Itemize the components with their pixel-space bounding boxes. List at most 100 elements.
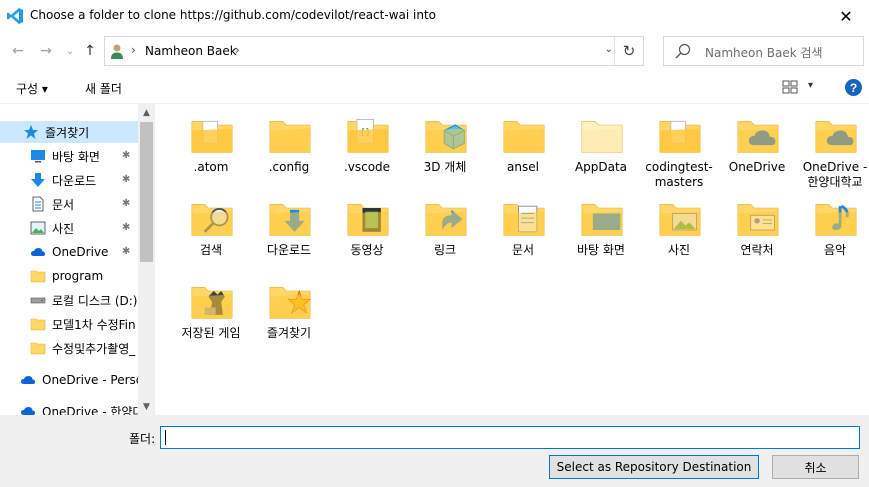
folder-label: .atom [193, 160, 229, 174]
sidebar-item-program[interactable]: program [0, 265, 138, 287]
folder-label: 저장된 게임 [181, 326, 241, 340]
sidebar-item-onedrive[interactable]: OneDrive ✱ [0, 241, 138, 263]
sidebar-item-label: OneDrive [52, 245, 109, 259]
cloud-icon [21, 407, 35, 415]
folder-tile[interactable]: 링크 [406, 187, 484, 265]
desktop-icon [31, 150, 45, 163]
folder-tile[interactable]: 다운로드 [250, 187, 328, 265]
pin-icon: ✱ [122, 174, 131, 185]
close-icon[interactable]: ✕ [823, 0, 869, 32]
view-dropdown-icon[interactable]: ▾ [808, 80, 813, 91]
dialog-title: Choose a folder to clone https://github.… [30, 8, 436, 22]
sidebar-item-documents[interactable]: 문서 ✱ [0, 193, 138, 215]
folder-tile[interactable]: .config [250, 104, 328, 182]
folder-tile[interactable]: {} .vscode [328, 104, 406, 182]
folder-label: 즐겨찾기 [266, 326, 312, 340]
dialog-footer: 폴더: Select as Repository Destination 취소 [0, 415, 869, 487]
drive-icon [30, 297, 46, 304]
folder-label: 음악 [823, 243, 847, 257]
sidebar-item-pictures[interactable]: 사진 ✱ [0, 217, 138, 239]
folder-label: .vscode [343, 160, 391, 174]
folder-tile[interactable]: 저장된 게임 [172, 270, 250, 348]
folder-label: 링크 [433, 243, 457, 257]
star-icon [24, 125, 38, 139]
address-bar[interactable]: › Namheon Baek › ⌄ ↻ [104, 36, 644, 66]
sidebar-item-model-folder[interactable]: 모델1차 수정Fin [0, 313, 138, 335]
folder-tile[interactable]: 문서 [484, 187, 562, 265]
scroll-down-icon[interactable]: ▼ [138, 398, 155, 415]
address-dropdown-icon[interactable]: ⌄ [605, 44, 613, 55]
folder-tile[interactable]: OneDrive - 한양대학교 [796, 104, 869, 189]
folder-label: 다운로드 [266, 243, 312, 257]
pin-icon: ✱ [122, 198, 131, 209]
onedrive-folder-icon [737, 121, 779, 153]
folder-label: ansel [507, 160, 539, 174]
sidebar-item-label: 로컬 디스크 (D:) [52, 293, 138, 308]
scroll-up-icon[interactable]: ▲ [138, 104, 155, 121]
sidebar-item-label: 문서 [52, 197, 75, 212]
folder-icon [30, 318, 46, 331]
onedrive-folder-icon [815, 121, 857, 153]
sidebar-item-onedrive-hanyang[interactable]: OneDrive - 한양대 [0, 400, 144, 415]
sidebar-item-onedrive-personal[interactable]: OneDrive - Personal [0, 369, 155, 391]
help-icon[interactable]: ? [845, 79, 862, 96]
folder-tile[interactable]: 바탕 화면 [562, 187, 640, 265]
new-folder-button[interactable]: 새 폴더 [85, 80, 122, 97]
change-view-button[interactable]: ▾ [782, 80, 818, 96]
folder-tile[interactable]: ansel [484, 104, 562, 182]
pin-icon: ✱ [122, 150, 131, 161]
folder-tile[interactable]: 검색 [172, 187, 250, 265]
scrollbar-thumb[interactable] [140, 122, 153, 262]
desktop-folder-icon [581, 204, 623, 236]
sidebar-item-downloads[interactable]: 다운로드 ✱ [0, 169, 138, 191]
sidebar-item-local-disk-d[interactable]: 로컬 디스크 (D:) [0, 289, 138, 311]
folder-icon [503, 121, 545, 153]
sidebar-scrollbar[interactable]: ▲ ▼ [138, 104, 155, 415]
cancel-button[interactable]: 취소 [772, 455, 859, 479]
folder-label: 3D 개체 [423, 160, 467, 174]
downloads-folder-icon [269, 204, 311, 236]
text-caret [165, 430, 166, 445]
up-arrow-icon[interactable]: ↑ [80, 41, 100, 61]
refresh-icon[interactable]: ↻ [614, 37, 643, 65]
folder-tile[interactable]: codingtest-masters [640, 104, 718, 189]
folder-label: codingtest-masters [645, 160, 713, 189]
organize-menu-button[interactable]: 구성 ▾ [16, 80, 48, 97]
folder-tile[interactable]: 사진 [640, 187, 718, 265]
forward-arrow-icon[interactable]: → [36, 41, 56, 61]
links-folder-icon [425, 204, 467, 236]
sidebar-item-desktop[interactable]: 바탕 화면 ✱ [0, 145, 138, 167]
folder-tile[interactable]: OneDrive [718, 104, 796, 182]
pictures-icon [30, 221, 46, 235]
folder-tile[interactable]: .atom [172, 104, 250, 182]
folder-tile[interactable]: 동영상 [328, 187, 406, 265]
folder-label: 바탕 화면 [577, 243, 625, 257]
cloud-icon [31, 248, 45, 256]
recent-locations-chevron-icon[interactable]: ⌄ [60, 41, 80, 61]
saved-games-folder-icon [191, 287, 233, 319]
folder-icon [30, 342, 46, 355]
folder-tile[interactable]: AppData [562, 104, 640, 182]
folder-doc-icon [191, 120, 233, 153]
search-box[interactable]: Namheon Baek 검색 [663, 36, 864, 66]
search-icon [675, 43, 691, 59]
breadcrumb-user[interactable]: Namheon Baek [145, 44, 237, 58]
sidebar-item-edit-folder[interactable]: 수정및추가촬영_ [0, 337, 138, 359]
select-destination-button[interactable]: Select as Repository Destination [549, 455, 759, 479]
folder-tile[interactable]: 음악 [796, 187, 869, 265]
folder-label: 폴더: [129, 432, 156, 446]
download-icon [31, 173, 45, 187]
folder-code-icon: {} [347, 119, 389, 153]
sidebar-item-label: OneDrive - 한양대 [42, 404, 144, 416]
folder-icon [30, 270, 46, 283]
back-arrow-icon[interactable]: ← [8, 41, 28, 61]
breadcrumb-separator[interactable]: › [235, 43, 240, 57]
folder-tile[interactable]: 3D 개체 [406, 104, 484, 182]
pin-icon: ✱ [122, 222, 131, 233]
sidebar-item-quick-access[interactable]: 즐겨찾기 [0, 121, 138, 143]
vscode-icon [7, 8, 23, 24]
title-bar: Choose a folder to clone https://github.… [0, 0, 869, 32]
folder-input[interactable] [160, 426, 860, 449]
folder-tile[interactable]: 연락처 [718, 187, 796, 265]
folder-tile[interactable]: 즐겨찾기 [250, 270, 328, 348]
